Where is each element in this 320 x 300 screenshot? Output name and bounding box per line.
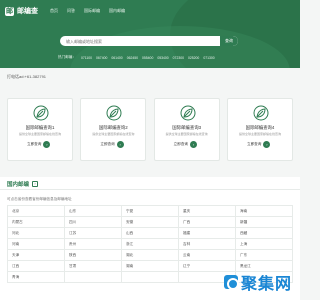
hot-postcode-link[interactable]: 053400 [157, 56, 168, 60]
card-query-button-label: 立即查询 [27, 142, 42, 146]
hot-postcode-link[interactable]: 062450 [127, 56, 138, 60]
table-row: 河南 贵州 浙江 吉林 上海 [7, 238, 293, 250]
province-cell[interactable]: 甘肃 [64, 260, 122, 272]
table-row: 内蒙古 四川 安徽 广西 新疆 [7, 216, 293, 228]
province-cell[interactable]: 宁夏 [121, 205, 179, 217]
query-card[interactable]: 国际邮编查询3 提供全球主要国家邮编在线查询 立即查询 › [153, 98, 220, 161]
province-cell[interactable]: 福建 [178, 227, 236, 239]
logo-icon: 邮 [5, 6, 14, 16]
hot-postcode-link[interactable]: 055400 [142, 56, 153, 60]
divider [0, 189, 300, 190]
card-query-button-label: 立即查询 [173, 142, 189, 146]
province-cell[interactable]: 贵州 [64, 238, 122, 250]
table-row: 河北 江苏 山西 福建 西藏 [7, 227, 293, 239]
leaf-icon [106, 105, 122, 121]
province-cell[interactable]: 西藏 [235, 227, 293, 239]
nav-item-qa[interactable]: 问答 [67, 8, 75, 14]
arrow-right-icon: › [43, 141, 51, 148]
card-query-button-label: 立即查询 [100, 142, 115, 146]
nav-item-domestic[interactable]: 国内邮编 [109, 8, 125, 14]
province-cell[interactable]: 青海 [7, 271, 65, 283]
search-button[interactable]: 查询 [220, 36, 238, 46]
card-title: 国际邮编查询2 [98, 125, 128, 130]
hot-postcode-link[interactable]: 025200 [188, 56, 199, 60]
hero-banner: 邮 邮编查 首页 问答 国际邮编 国内邮编 查询 热门邮编： 071100 06… [0, 0, 300, 68]
watermark-text: 聚集网 [240, 274, 292, 293]
card-description: 提供全球主要国家邮编在线查询 [92, 132, 135, 136]
province-cell[interactable]: 北京 [7, 205, 65, 217]
arrow-right-icon: › [263, 141, 271, 148]
province-cell[interactable]: 内蒙古 [7, 216, 65, 228]
more-arrow-icon[interactable]: › [32, 181, 39, 187]
province-cell[interactable]: 吉林 [178, 238, 236, 250]
province-cell[interactable]: 广东 [235, 249, 293, 261]
province-cell[interactable]: 江西 [7, 260, 65, 272]
leaf-icon [180, 105, 196, 121]
province-cell[interactable]: 云南 [178, 249, 236, 261]
hot-postcode-link[interactable]: 071100 [81, 56, 92, 60]
table-row: 北京 山东 宁夏 重庆 海南 [7, 205, 293, 217]
province-cell[interactable]: 新疆 [235, 216, 293, 228]
site-logo[interactable]: 邮 邮编查 [5, 6, 38, 16]
province-cell[interactable]: 海南 [235, 205, 293, 217]
top-navigation-bar: 邮 邮编查 首页 问答 国际邮编 国内邮编 [0, 0, 300, 22]
hot-postcodes: 热门邮编： 071100 067400 061400 062450 055400… [58, 55, 219, 60]
hot-postcode-link[interactable]: 072300 [173, 56, 184, 60]
province-cell[interactable]: 山西 [121, 227, 179, 239]
province-cell[interactable]: 湖南 [121, 260, 179, 272]
main-nav: 首页 问答 国际邮编 国内邮编 [50, 8, 134, 14]
province-cell [121, 271, 179, 283]
hot-postcode-link[interactable]: 067400 [96, 56, 107, 60]
section-header: 国内邮编 › [7, 180, 39, 188]
search-bar: 查询 [60, 36, 238, 46]
card-query-button[interactable]: 立即查询 › [173, 141, 198, 148]
province-cell[interactable]: 山东 [64, 205, 122, 217]
watermark: 聚集网 [223, 270, 292, 294]
query-card[interactable]: 国际邮编查询4 提供全球主要国家邮编在线查询 立即查询 › [226, 98, 293, 161]
leaf-icon [253, 105, 269, 121]
search-input[interactable] [60, 36, 220, 46]
province-cell[interactable]: 湖北 [121, 249, 179, 261]
province-cell[interactable]: 广西 [178, 216, 236, 228]
province-cell[interactable]: 上海 [235, 238, 293, 250]
page: 邮 邮编查 首页 问答 国际邮编 国内邮编 查询 热门邮编： 071100 06… [0, 0, 300, 300]
card-description: 提供全球主要国家邮编在线查询 [238, 132, 281, 136]
arrow-right-icon: › [116, 141, 124, 148]
table-row: 天津 陕西 湖北 云南 广东 [7, 249, 293, 261]
hot-postcode-link[interactable]: 071300 [203, 56, 214, 60]
section-description: 可点击省份查看省份邮编信息及邮编地址 [7, 197, 72, 201]
section-title: 国内邮编 [7, 182, 30, 188]
card-query-button[interactable]: 立即查询 › [246, 141, 271, 148]
province-cell[interactable]: 浙江 [121, 238, 179, 250]
province-cell[interactable]: 江苏 [64, 227, 122, 239]
province-cell[interactable]: 河北 [7, 227, 65, 239]
card-title: 国际邮编查询1 [25, 125, 55, 130]
province-cell[interactable]: 河南 [7, 238, 65, 250]
query-cards: 国际邮编查询1 提供全球主要国家邮编在线查询 立即查询 › 国际邮编查询2 提供… [7, 98, 293, 161]
province-cell [64, 271, 122, 283]
province-cell[interactable]: 四川 [64, 216, 122, 228]
province-cell[interactable]: 陕西 [64, 249, 122, 261]
province-cell[interactable]: 安徽 [121, 216, 179, 228]
card-description: 提供全球主要国家邮编在线查询 [18, 132, 61, 136]
query-card[interactable]: 国际邮编查询2 提供全球主要国家邮编在线查询 立即查询 › [80, 98, 147, 161]
nav-item-home[interactable]: 首页 [50, 8, 58, 14]
logo-text: 邮编查 [17, 8, 38, 15]
province-cell[interactable]: 天津 [7, 249, 65, 261]
card-title: 国际邮编查询4 [245, 125, 275, 130]
nav-item-international[interactable]: 国际邮编 [84, 8, 100, 14]
watermark-logo-icon [223, 275, 239, 290]
province-cell[interactable]: 重庆 [178, 205, 236, 217]
hot-postcodes-label: 热门邮编： [58, 55, 76, 59]
card-query-button[interactable]: 立即查询 › [27, 141, 51, 148]
leaf-icon [33, 105, 49, 121]
card-query-button[interactable]: 立即查询 › [100, 141, 124, 148]
hot-postcode-link[interactable]: 061400 [111, 56, 122, 60]
card-description: 提供全球主要国家邮编在线查询 [165, 132, 208, 136]
card-title: 国际邮编查询3 [172, 125, 202, 130]
card-query-button-label: 立即查询 [246, 142, 262, 146]
arrow-right-icon: › [190, 141, 198, 148]
contact-phone-line: 打电话ad:+61-382791 [7, 74, 47, 79]
query-card[interactable]: 国际邮编查询1 提供全球主要国家邮编在线查询 立即查询 › [7, 98, 73, 161]
